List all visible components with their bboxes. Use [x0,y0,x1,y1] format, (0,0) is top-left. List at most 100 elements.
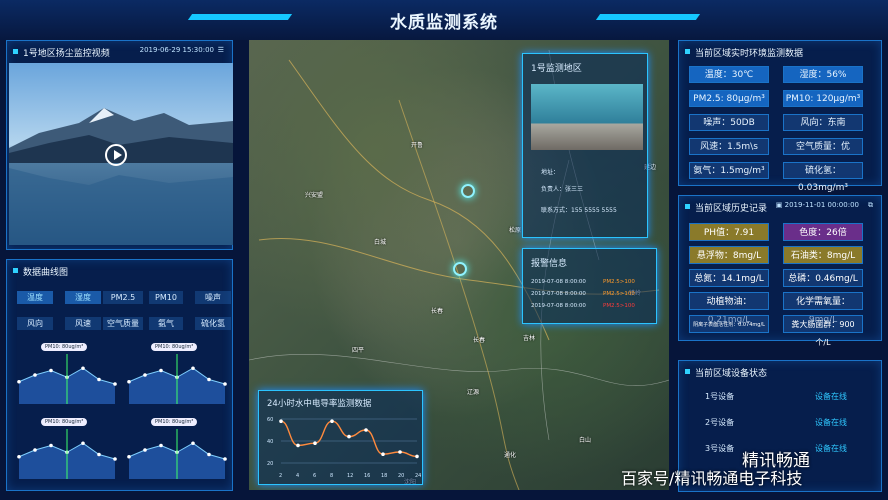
mini-point [113,382,117,386]
mini-point [97,377,101,382]
curve-tab[interactable]: 温度 [17,291,53,304]
video-player[interactable] [9,63,233,245]
env-cell: 噪声：50DB [689,114,769,131]
map-label: 辽源 [467,389,480,396]
list-icon[interactable]: ☰ [218,46,224,54]
map-label: 吉林 [523,335,536,342]
play-icon[interactable] [105,144,127,166]
mini-point [159,443,163,448]
mini-point [191,366,195,371]
mini-tooltip: PM10: 80ug/m³ [41,418,88,426]
mini-point [49,443,53,448]
history-cell: 总氮：14.1mg/L [689,269,769,287]
device-status: 设备在线 [815,444,847,453]
curve-tab[interactable]: 氨气 [149,317,183,330]
cond-point [347,434,351,439]
history-cell: 悬浮物：8mg/L [689,246,769,264]
mini-point [159,368,163,373]
devices-panel-header: 当前区域设备状态 [679,361,881,381]
env-cell: 温度：30℃ [689,66,769,83]
conductivity-panel: 24小时水中电导率监测数据 60 40 20 2 4 6 8 12 16 18 20 24 [258,390,423,485]
mini-point [127,454,131,459]
device-name: 3号设备 [705,444,735,453]
map-view[interactable]: 开鲁 兴安盟 白城 松原 四平 长春 吉林 辽源 延边 通化 白山 铁岭 沈阳 … [249,40,669,490]
mini-tooltip: PM10: 80ug/m³ [151,343,198,351]
cond-x-tick: 6 [313,473,316,479]
env-cell: 硫化氢：0.03mg/m³ [783,162,863,193]
top-banner: 水质监测系统 [0,0,888,40]
conductivity-chart: 6040202 4 6 8 12 16 18 20 24 [267,417,421,479]
cond-point [313,441,317,445]
cond-y-tick: 40 [267,439,273,445]
mini-point [223,457,227,461]
mini-point [223,382,227,386]
curves-title: 数据曲线图 [23,268,69,278]
cond-x-tick: 4 [296,473,299,479]
cond-x-tick: 16 [364,473,370,479]
cond-point [381,452,385,456]
alarm-row: 2019-07-08 8:00:00 PM2.5>100 [531,279,656,285]
env-panel: 当前区域实时环境监测数据 温度：30℃ 湿度：56% PM2.5: 80μg/m³ P… [678,40,882,193]
alarm-time: 8:00:00 [564,303,586,309]
curves-panel-header: 数据曲线图 [7,260,232,280]
map-label: 白山 [579,437,592,444]
region-phone: 联系方式：155 5555 5555 [541,207,617,214]
device-status: 设备在线 [815,392,847,401]
curve-tab[interactable]: 湿度 [65,291,101,304]
curve-tab[interactable]: PM2.5 [103,291,143,304]
curve-tab[interactable]: 空气质量 [103,317,143,330]
video-datetime: 2019-06-29 15:30:00 [139,46,214,54]
monitor-point[interactable] [461,184,475,198]
devices-title: 当前区域设备状态 [695,369,768,379]
export-icon[interactable]: ⧉ [868,201,873,210]
cond-x-tick: 2 [279,473,282,479]
region-popup: 1号监测地区 地址： 负责人：张三三 联系方式：155 5555 5555 [522,53,648,238]
mini-point [143,448,147,452]
map-label: 通化 [504,452,517,459]
map-label: 开鲁 [411,142,424,149]
alarm-msg: PM2.5>100 [603,291,635,297]
history-panel: 当前区域历史记录 ▣ 2019-11-01 00:00:00 ⧉ PH值：7.9… [678,195,882,347]
history-datetime[interactable]: ▣ 2019-11-01 00:00:00 [776,201,859,209]
video-panel: 1号地区扬尘监控视频 2019-06-29 15:30:00 ☰ [6,40,233,250]
mini-point [97,452,101,457]
env-cell: 空气质量：优 [783,138,863,155]
mini-point [113,457,117,461]
curves-panel: 数据曲线图 温度 湿度 PM2.5 PM10 噪声风向 风速 空气质量 氨气 硫化氢 PM10:… [6,259,233,491]
alarm-msg: PM2.5>100 [603,279,635,285]
video-title: 1号地区扬尘监控视频 [23,49,110,59]
mini-point [49,368,53,373]
alarm-date: 2019-07-08 [531,291,565,297]
cond-point [279,419,283,423]
curve-tab[interactable]: 风速 [65,317,101,330]
curve-tab[interactable]: 硫化氢 [195,317,231,330]
curve-tab[interactable]: 噪声 [195,291,231,304]
mini-point [143,373,147,377]
cond-point [364,428,368,432]
mini-point [33,448,37,452]
history-panel-header: 当前区域历史记录 ▣ 2019-11-01 00:00:00 ⧉ [679,196,881,216]
cond-x-tick: 18 [381,473,387,479]
region-address-label: 地址： [541,169,560,176]
device-name: 1号设备 [705,392,735,401]
map-label: 松原 [509,227,522,234]
history-cell: 色度：26倍 [783,223,863,241]
map-label: 兴安盟 [305,192,324,199]
cond-x-tick: 24 [415,473,421,479]
monitor-point[interactable] [453,262,467,276]
mini-point [81,441,85,446]
alarm-time: 8:00:00 [564,291,586,297]
region-title: 1号监测地区 [531,64,582,74]
cond-point [296,443,300,448]
map-label: 长春 [431,308,444,315]
env-title: 当前区域实时环境监测数据 [695,49,804,59]
env-cell: 氨气：1.5mg/m³ [689,162,769,179]
curve-tab[interactable]: 风向 [17,317,53,330]
alarm-title: 报警信息 [531,259,568,269]
cond-x-tick: 20 [398,473,404,479]
alarm-msg: PM2.5>100 [603,303,635,309]
curve-tab[interactable]: PM10 [149,291,183,304]
env-cell: 风速：1.5m\s [689,138,769,155]
mini-point [17,454,21,459]
cond-y-tick: 20 [267,461,273,467]
